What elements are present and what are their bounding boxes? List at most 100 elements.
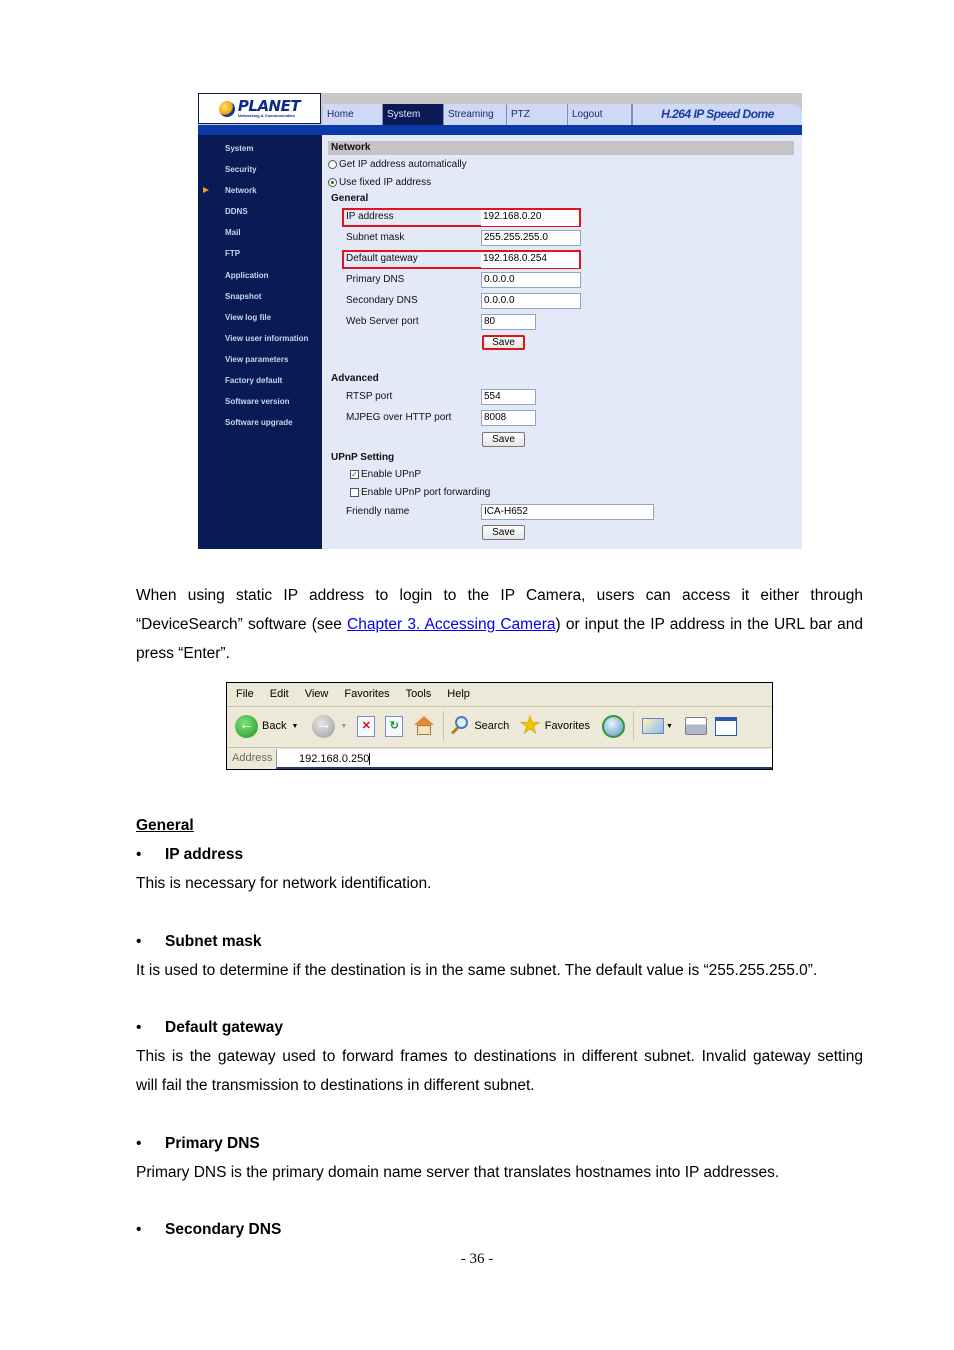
sidebar: System Security Network DDNS Mail FTP Ap… xyxy=(198,135,322,549)
subnet-mask-input[interactable]: 255.255.255.0 xyxy=(481,230,581,246)
bullet-icon: • xyxy=(136,846,142,863)
label-subnet-mask: Subnet mask xyxy=(346,232,405,243)
planet-globe-icon xyxy=(218,100,235,117)
camera-ui-screenshot: PLANET Networking & Communication Home S… xyxy=(198,93,802,549)
menu-edit[interactable]: Edit xyxy=(270,688,289,700)
print-icon[interactable] xyxy=(684,717,707,735)
radio-label: Get IP address automatically xyxy=(339,159,467,170)
sidebar-item-security[interactable]: Security xyxy=(225,165,257,174)
default-gateway-description-line-2: will fail the transmission to destinatio… xyxy=(136,1077,535,1094)
bullet-subnet-mask: • Subnet mask xyxy=(136,933,261,951)
default-gateway-description-line-1: This is the gateway used to forward fram… xyxy=(136,1048,863,1065)
bullet-title: Subnet mask xyxy=(165,933,262,950)
sidebar-item-snapshot[interactable]: Snapshot xyxy=(225,292,261,301)
primary-dns-input[interactable]: 0.0.0.0 xyxy=(481,272,581,288)
enable-upnp-checkbox[interactable]: ✓ Enable UPnP xyxy=(350,469,421,480)
sidebar-item-mail[interactable]: Mail xyxy=(225,228,241,237)
radio-use-fixed-ip[interactable]: Use fixed IP address xyxy=(328,177,431,188)
mail-dropdown-icon[interactable]: ▼ xyxy=(666,723,673,730)
favorites-button-label[interactable]: Favorites xyxy=(545,720,590,732)
logo-brand: PLANET xyxy=(237,97,301,115)
forward-arrow-icon[interactable] xyxy=(312,714,336,738)
bullet-title: Primary DNS xyxy=(165,1135,260,1152)
default-gateway-input[interactable]: 192.168.0.254 xyxy=(481,252,579,268)
logo-tagline: Networking & Communication xyxy=(237,113,296,118)
radio-get-ip-auto[interactable]: Get IP address automatically xyxy=(328,159,467,170)
refresh-icon[interactable]: ↻ xyxy=(385,715,404,737)
history-icon[interactable] xyxy=(601,714,625,738)
radio-label: Use fixed IP address xyxy=(339,177,432,188)
menu-view[interactable]: View xyxy=(305,688,329,700)
search-icon[interactable] xyxy=(450,716,470,736)
sidebar-item-system[interactable]: System xyxy=(225,144,253,153)
web-server-port-input[interactable]: 80 xyxy=(481,314,536,330)
mjpeg-http-port-input[interactable]: 8008 xyxy=(481,410,536,426)
label-web-server-port: Web Server port xyxy=(346,316,419,327)
forward-dropdown-icon[interactable]: ▼ xyxy=(340,723,347,730)
sidebar-item-ddns[interactable]: DDNS xyxy=(225,207,248,216)
sidebar-item-factory-default[interactable]: Factory default xyxy=(225,376,282,385)
enable-upnp-port-forwarding-checkbox[interactable]: Enable UPnP port forwarding xyxy=(350,487,490,498)
chapter-3-link[interactable]: Chapter 3. Accessing Camera xyxy=(347,616,555,633)
bullet-icon: • xyxy=(136,1019,142,1036)
back-arrow-icon[interactable] xyxy=(235,714,258,738)
sidebar-item-view-user-information[interactable]: View user information xyxy=(225,334,308,343)
menu-tools[interactable]: Tools xyxy=(406,688,432,700)
sidebar-item-ftp[interactable]: FTP xyxy=(225,249,240,258)
upnp-save-button[interactable]: Save xyxy=(482,525,525,540)
upnp-title: UPnP Setting xyxy=(331,452,395,463)
bullet-icon: • xyxy=(136,1135,142,1152)
radio-on-icon xyxy=(328,178,337,187)
address-value: 192.168.0.250 xyxy=(299,753,370,765)
tab-ptz[interactable]: PTZ xyxy=(507,104,568,125)
favorites-star-icon[interactable]: ★ xyxy=(519,713,541,738)
stop-icon[interactable]: ✕ xyxy=(357,715,376,737)
sidebar-item-view-log-file[interactable]: View log file xyxy=(225,313,271,322)
network-settings-panel: Network Get IP address automatically Use… xyxy=(322,135,802,549)
sidebar-item-network[interactable]: Network xyxy=(225,186,257,195)
menu-file[interactable]: File xyxy=(236,688,254,700)
advanced-title: Advanced xyxy=(331,373,379,384)
tab-logout[interactable]: Logout xyxy=(568,104,632,125)
secondary-dns-input[interactable]: 0.0.0.0 xyxy=(481,293,581,309)
checkbox-unchecked-icon xyxy=(350,488,359,497)
tab-home[interactable]: Home xyxy=(323,104,383,125)
subnet-mask-description: It is used to determine if the destinati… xyxy=(136,962,818,979)
sidebar-item-software-version[interactable]: Software version xyxy=(225,397,289,406)
sidebar-item-application[interactable]: Application xyxy=(225,271,269,280)
primary-dns-description: Primary DNS is the primary domain name s… xyxy=(136,1164,780,1181)
menu-favorites[interactable]: Favorites xyxy=(344,688,389,700)
home-icon[interactable] xyxy=(413,716,435,736)
mail-icon[interactable] xyxy=(641,718,664,734)
address-input[interactable]: 192.168.0.250 xyxy=(276,749,772,769)
tab-streaming[interactable]: Streaming xyxy=(444,104,507,125)
tab-system[interactable]: System xyxy=(383,104,444,125)
ip-address-input[interactable]: 192.168.0.20 xyxy=(481,210,579,226)
label-mjpeg-http-port: MJPEG over HTTP port xyxy=(346,412,452,423)
browser-toolbar-screenshot: File Edit View Favorites Tools Help Back… xyxy=(226,682,773,770)
checkbox-label: Enable UPnP port forwarding xyxy=(361,487,491,498)
sidebar-item-software-upgrade[interactable]: Software upgrade xyxy=(225,418,293,427)
menu-help[interactable]: Help xyxy=(447,688,470,700)
bullet-primary-dns: • Primary DNS xyxy=(136,1135,260,1153)
bullet-icon: • xyxy=(136,933,142,950)
bullet-icon: • xyxy=(136,1221,142,1238)
friendly-name-input[interactable]: ICA-H652 xyxy=(481,504,654,520)
label-rtsp-port: RTSP port xyxy=(346,391,393,402)
section-title: Network xyxy=(328,141,794,155)
label-default-gateway: Default gateway xyxy=(346,253,418,264)
general-heading: General xyxy=(136,817,194,834)
general-save-button[interactable]: Save xyxy=(482,335,525,350)
browser-menu-bar: File Edit View Favorites Tools Help xyxy=(227,683,772,705)
intro-paragraph: When using static IP address to login to… xyxy=(136,581,863,668)
label-primary-dns: Primary DNS xyxy=(346,274,405,285)
main-tabs: Home System Streaming PTZ Logout xyxy=(323,104,632,125)
advanced-save-button[interactable]: Save xyxy=(482,432,525,447)
ip-address-description: This is necessary for network identifica… xyxy=(136,875,432,892)
rtsp-port-input[interactable]: 554 xyxy=(481,389,536,405)
search-button-label[interactable]: Search xyxy=(474,720,509,732)
edit-icon[interactable] xyxy=(714,716,737,736)
back-dropdown-icon[interactable]: ▼ xyxy=(291,723,298,730)
sidebar-item-view-parameters[interactable]: View parameters xyxy=(225,355,288,364)
back-button-label[interactable]: Back xyxy=(262,720,286,732)
